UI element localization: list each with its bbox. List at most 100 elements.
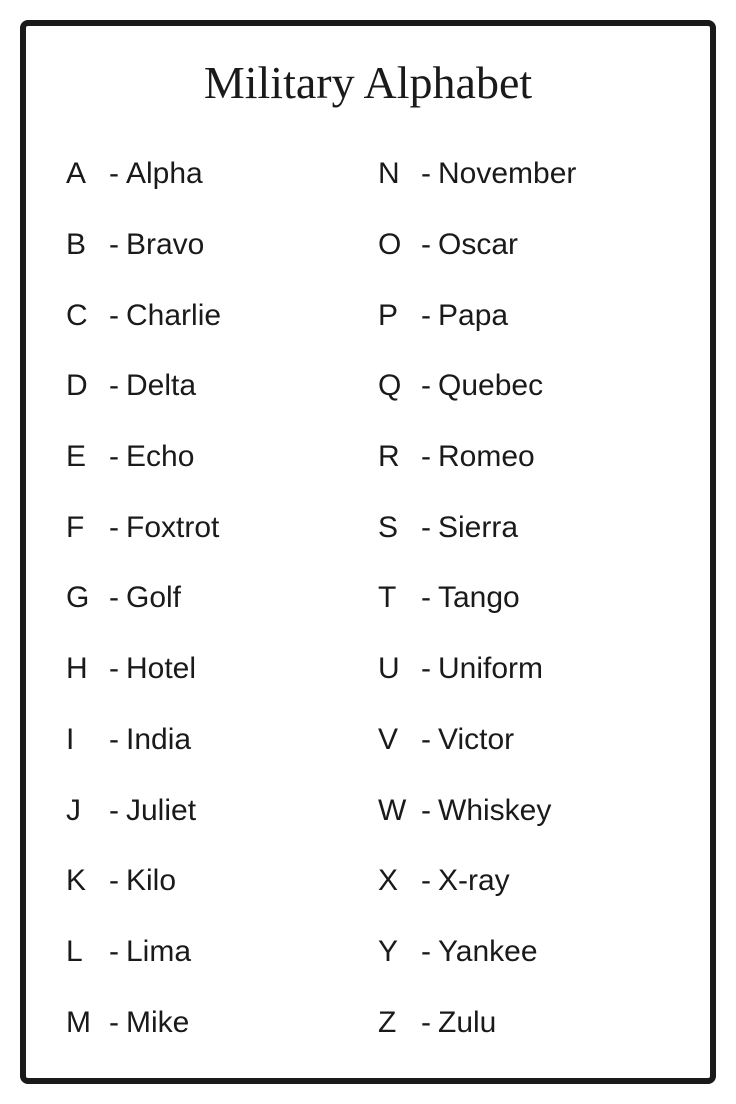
letter: O: [378, 228, 414, 262]
dash: -: [414, 581, 438, 615]
list-item: D-Delta: [66, 351, 358, 422]
word: Mike: [126, 1006, 189, 1040]
letter: E: [66, 440, 102, 474]
word: Quebec: [438, 369, 543, 403]
letter: P: [378, 299, 414, 333]
letter: A: [66, 157, 102, 191]
dash: -: [414, 369, 438, 403]
letter: Z: [378, 1006, 414, 1040]
word: India: [126, 723, 191, 757]
list-item: F-Foxtrot: [66, 492, 358, 563]
word: Charlie: [126, 299, 221, 333]
list-item: Q-Quebec: [378, 351, 670, 422]
dash: -: [102, 157, 126, 191]
dash: -: [414, 864, 438, 898]
word: Juliet: [126, 794, 196, 828]
list-item: R-Romeo: [378, 422, 670, 493]
dash: -: [414, 440, 438, 474]
list-item: X-X-ray: [378, 846, 670, 917]
dash: -: [414, 299, 438, 333]
list-item: G-Golf: [66, 563, 358, 634]
list-item: E-Echo: [66, 422, 358, 493]
page-title: Military Alphabet: [204, 56, 532, 109]
letter: C: [66, 299, 102, 333]
list-item: M-Mike: [66, 987, 358, 1058]
word: Papa: [438, 299, 508, 333]
list-item: A-Alpha: [66, 139, 358, 210]
word: Alpha: [126, 157, 203, 191]
word: Golf: [126, 581, 181, 615]
dash: -: [102, 369, 126, 403]
letter: M: [66, 1006, 102, 1040]
letter: K: [66, 864, 102, 898]
list-item: V-Victor: [378, 705, 670, 776]
word: Sierra: [438, 511, 518, 545]
list-item: T-Tango: [378, 563, 670, 634]
card: Military Alphabet A-AlphaN-NovemberB-Bra…: [20, 20, 716, 1084]
letter: H: [66, 652, 102, 686]
letter: W: [378, 794, 414, 828]
dash: -: [102, 440, 126, 474]
list-item: C-Charlie: [66, 280, 358, 351]
dash: -: [102, 228, 126, 262]
list-item: K-Kilo: [66, 846, 358, 917]
dash: -: [102, 935, 126, 969]
word: Tango: [438, 581, 520, 615]
dash: -: [102, 652, 126, 686]
dash: -: [414, 723, 438, 757]
dash: -: [102, 511, 126, 545]
letter: Q: [378, 369, 414, 403]
dash: -: [102, 723, 126, 757]
letter: F: [66, 511, 102, 545]
dash: -: [414, 794, 438, 828]
list-item: I-India: [66, 705, 358, 776]
list-item: N-November: [378, 139, 670, 210]
dash: -: [414, 511, 438, 545]
letter: L: [66, 935, 102, 969]
word: Delta: [126, 369, 196, 403]
letter: S: [378, 511, 414, 545]
word: X-ray: [438, 864, 510, 898]
dash: -: [414, 228, 438, 262]
letter: J: [66, 794, 102, 828]
list-item: Y-Yankee: [378, 917, 670, 988]
alphabet-grid: A-AlphaN-NovemberB-BravoO-OscarC-Charlie…: [66, 139, 670, 1058]
letter: X: [378, 864, 414, 898]
word: Romeo: [438, 440, 535, 474]
word: Kilo: [126, 864, 176, 898]
dash: -: [102, 299, 126, 333]
word: Lima: [126, 935, 191, 969]
dash: -: [414, 652, 438, 686]
list-item: B-Bravo: [66, 210, 358, 281]
dash: -: [102, 581, 126, 615]
word: Echo: [126, 440, 194, 474]
dash: -: [102, 794, 126, 828]
list-item: W-Whiskey: [378, 775, 670, 846]
list-item: H-Hotel: [66, 634, 358, 705]
letter: U: [378, 652, 414, 686]
letter: V: [378, 723, 414, 757]
word: Oscar: [438, 228, 518, 262]
word: Yankee: [438, 935, 538, 969]
letter: Y: [378, 935, 414, 969]
word: Victor: [438, 723, 514, 757]
word: Foxtrot: [126, 511, 219, 545]
letter: B: [66, 228, 102, 262]
letter: I: [66, 723, 102, 757]
list-item: P-Papa: [378, 280, 670, 351]
word: Zulu: [438, 1006, 496, 1040]
list-item: L-Lima: [66, 917, 358, 988]
word: Uniform: [438, 652, 543, 686]
list-item: J-Juliet: [66, 775, 358, 846]
dash: -: [102, 864, 126, 898]
dash: -: [102, 1006, 126, 1040]
word: Whiskey: [438, 794, 551, 828]
letter: T: [378, 581, 414, 615]
list-item: Z-Zulu: [378, 987, 670, 1058]
letter: D: [66, 369, 102, 403]
dash: -: [414, 1006, 438, 1040]
letter: G: [66, 581, 102, 615]
list-item: S-Sierra: [378, 492, 670, 563]
letter: N: [378, 157, 414, 191]
word: November: [438, 157, 576, 191]
